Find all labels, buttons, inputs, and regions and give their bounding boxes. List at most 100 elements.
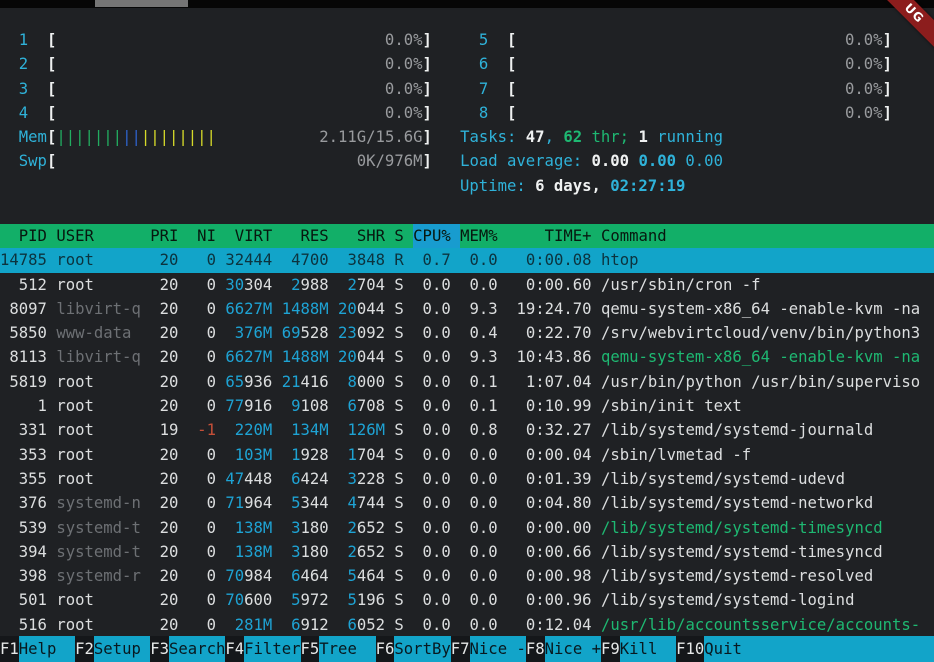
- column-header-virt[interactable]: VIRT: [225, 227, 272, 245]
- cell-cpu: 0.0: [413, 324, 451, 342]
- cell-command: /lib/systemd/systemd-timesyncd: [601, 543, 883, 561]
- cell-state: S: [394, 397, 403, 415]
- cell-state: R: [394, 251, 403, 269]
- cell-mem: 0.0: [460, 543, 498, 561]
- process-row-512[interactable]: 512 root 20 0 30304 2988 2704 S 0.0 0.0 …: [0, 273, 934, 297]
- column-header-state[interactable]: S: [394, 227, 403, 245]
- cell-pid: 394: [0, 543, 47, 561]
- cell-pid: 8097: [0, 300, 47, 318]
- column-header-command[interactable]: Command: [601, 227, 667, 245]
- column-header-ni[interactable]: NI: [188, 227, 216, 245]
- fkey-f10-quit[interactable]: F10Quit: [676, 636, 761, 662]
- cell-time: 0:00.66: [507, 543, 592, 561]
- cell-mem: 0.0: [460, 276, 498, 294]
- fkey-f9-kill[interactable]: F9Kill: [601, 636, 676, 662]
- cell-pri: 20: [150, 519, 178, 537]
- cpu-meter-3-label: 3: [19, 80, 47, 98]
- tasks-label: Tasks:: [460, 128, 526, 146]
- process-row-398[interactable]: 398 systemd-r 20 0 70984 6464 5464 S 0.0…: [0, 564, 934, 588]
- cell-pri: 20: [150, 543, 178, 561]
- cell-pid: 353: [0, 446, 47, 464]
- cell-cpu: 0.0: [413, 470, 451, 488]
- cell-pri: 20: [150, 494, 178, 512]
- fkey-label: Filter: [244, 636, 300, 662]
- cpu-meter-8-label: 8: [479, 104, 507, 122]
- cell-pid: 539: [0, 519, 47, 537]
- process-row-353[interactable]: 353 root 20 0 103M 1928 1704 S 0.0 0.0 0…: [0, 443, 934, 467]
- column-header-res[interactable]: RES: [282, 227, 329, 245]
- fkey-f4-filter[interactable]: F4Filter: [225, 636, 300, 662]
- cell-mem: 9.3: [460, 300, 498, 318]
- process-row-5850[interactable]: 5850 www-data 20 0 376M 69528 23092 S 0.…: [0, 321, 934, 345]
- fkey-label: Tree: [319, 636, 375, 662]
- cell-ni: -1: [188, 421, 216, 439]
- cell-mem: 0.8: [460, 421, 498, 439]
- mem-meter-value: 2.11G/15.6G: [216, 128, 423, 146]
- cpu-meter-8-value: 0.0%: [516, 104, 882, 122]
- process-row-8097[interactable]: 8097 libvirt-q 20 0 6627M 1488M 20044 S …: [0, 297, 934, 321]
- process-row-376[interactable]: 376 systemd-n 20 0 71964 5344 4744 S 0.0…: [0, 491, 934, 515]
- column-header-shr[interactable]: SHR: [338, 227, 385, 245]
- fkey-label: Nice +: [545, 636, 601, 662]
- fkey-label: Quit: [704, 636, 760, 662]
- process-row-14785[interactable]: 14785 root 20 0 32444 4700 3848 R 0.7 0.…: [0, 248, 934, 272]
- process-row-539[interactable]: 539 systemd-t 20 0 138M 3180 2652 S 0.0 …: [0, 516, 934, 540]
- cpu-meter-6-label: 6: [479, 55, 507, 73]
- cpu-meter-2-label: 2: [19, 55, 47, 73]
- fkey-label: Help: [19, 636, 75, 662]
- cell-state: S: [394, 324, 403, 342]
- cell-pri: 20: [150, 348, 178, 366]
- cell-user: root: [56, 276, 141, 294]
- fkey-f1-help[interactable]: F1Help: [0, 636, 75, 662]
- htop-terminal: UG 1 [ 0.0%] 5 [ 0.0%] 2 [ 0.0%] 6 [ 0.0…: [0, 0, 934, 662]
- column-header-pri[interactable]: PRI: [150, 227, 178, 245]
- fkey-key: F5: [301, 636, 320, 662]
- column-header-mem[interactable]: MEM%: [460, 227, 498, 245]
- fkey-key: F6: [376, 636, 395, 662]
- cell-mem: 0.0: [460, 470, 498, 488]
- cell-pri: 20: [150, 470, 178, 488]
- cell-pid: 355: [0, 470, 47, 488]
- cell-cpu: 0.0: [413, 300, 451, 318]
- process-table-header: PID USER PRI NI VIRT RES SHR S CPU% MEM%…: [0, 224, 934, 248]
- process-row-8113[interactable]: 8113 libvirt-q 20 0 6627M 1488M 20044 S …: [0, 345, 934, 369]
- cpu-meter-row-3: 3 [ 0.0%] 7 [ 0.0%]: [0, 77, 934, 101]
- process-row-331[interactable]: 331 root 19 -1 220M 134M 126M S 0.0 0.8 …: [0, 418, 934, 442]
- cell-ni: 0: [188, 567, 216, 585]
- cell-cpu: 0.0: [413, 616, 451, 634]
- load-1m: 0.00: [592, 152, 630, 170]
- column-header-pid[interactable]: PID: [0, 227, 47, 245]
- uptime-time: 02:27:19: [610, 177, 685, 195]
- fkey-f3-search[interactable]: F3Search: [150, 636, 225, 662]
- cell-user: root: [56, 616, 141, 634]
- cell-state: S: [394, 446, 403, 464]
- column-header-time[interactable]: TIME+: [507, 227, 592, 245]
- process-row-5819[interactable]: 5819 root 20 0 65936 21416 8000 S 0.0 0.…: [0, 370, 934, 394]
- column-header-user[interactable]: USER: [56, 227, 141, 245]
- window-tab-indicator: [95, 0, 188, 7]
- fkey-f8-nice[interactable]: F8Nice +: [526, 636, 601, 662]
- cell-time: 0:32.27: [507, 421, 592, 439]
- cpu-meter-6-value: 0.0%: [516, 55, 882, 73]
- column-header-cpu-sort[interactable]: CPU%: [413, 224, 460, 248]
- threads-count: 62: [563, 128, 582, 146]
- cell-pri: 20: [150, 251, 178, 269]
- fkey-f2-setup[interactable]: F2Setup: [75, 636, 150, 662]
- cell-cpu: 0.0: [413, 421, 451, 439]
- cell-ni: 0: [188, 276, 216, 294]
- fkey-f5-tree[interactable]: F5Tree: [301, 636, 376, 662]
- fkey-label: Setup: [94, 636, 150, 662]
- fkey-f6-sortby[interactable]: F6SortBy: [376, 636, 451, 662]
- process-row-394[interactable]: 394 systemd-t 20 0 138M 3180 2652 S 0.0 …: [0, 540, 934, 564]
- process-row-516[interactable]: 516 root 20 0 281M 6912 6052 S 0.0 0.0 0…: [0, 613, 934, 637]
- cell-command: /usr/bin/python /usr/bin/superviso: [601, 373, 920, 391]
- fkey-line: F1Help F2Setup F3SearchF4FilterF5Tree F6…: [0, 636, 934, 662]
- cell-ni: 0: [188, 397, 216, 415]
- cell-time: 0:00.98: [507, 567, 592, 585]
- process-row-355[interactable]: 355 root 20 0 47448 6424 3228 S 0.0 0.0 …: [0, 467, 934, 491]
- cell-mem: 0.0: [460, 494, 498, 512]
- fkey-f7-nice[interactable]: F7Nice -: [451, 636, 526, 662]
- process-row-501[interactable]: 501 root 20 0 70600 5972 5196 S 0.0 0.0 …: [0, 588, 934, 612]
- cell-time: 0:00.00: [507, 519, 592, 537]
- process-row-1[interactable]: 1 root 20 0 77916 9108 6708 S 0.0 0.1 0:…: [0, 394, 934, 418]
